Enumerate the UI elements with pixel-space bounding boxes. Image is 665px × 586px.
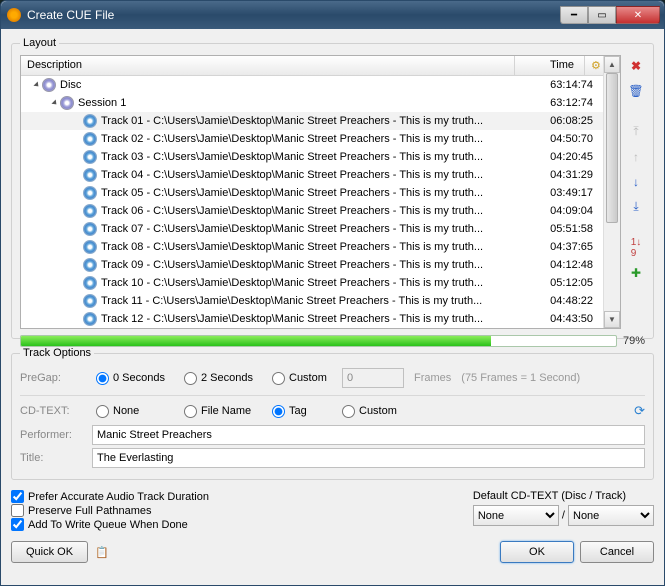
move-top-icon[interactable]: ⤒ (628, 123, 645, 140)
track-row[interactable]: Track 12 - C:\Users\Jamie\Desktop\Manic … (21, 310, 603, 328)
close-button[interactable]: ✕ (616, 6, 660, 24)
track-icon (83, 132, 97, 146)
window-title: Create CUE File (27, 8, 560, 22)
track-row[interactable]: Track 08 - C:\Users\Jamie\Desktop\Manic … (21, 238, 603, 256)
track-row[interactable]: Track 02 - C:\Users\Jamie\Desktop\Manic … (21, 130, 603, 148)
pregap-2-radio[interactable]: 2 Seconds (184, 372, 262, 385)
move-down-icon[interactable]: ↓ (628, 173, 645, 190)
cdtext-tag-radio[interactable]: Tag (272, 405, 332, 418)
track-row[interactable]: Track 03 - C:\Users\Jamie\Desktop\Manic … (21, 148, 603, 166)
minimize-button[interactable]: ━ (560, 6, 588, 24)
maximize-button[interactable]: ▭ (588, 6, 616, 24)
track-row[interactable]: Track 09 - C:\Users\Jamie\Desktop\Manic … (21, 256, 603, 274)
track-options-group: Track Options PreGap: 0 Seconds 2 Second… (11, 347, 654, 480)
pregap-label: PreGap: (20, 372, 86, 384)
track-icon (83, 240, 97, 254)
session-row[interactable]: Session 163:12:74 (21, 94, 603, 112)
prefer-accurate-checkbox[interactable]: Prefer Accurate Audio Track Duration (11, 490, 209, 503)
vertical-scrollbar[interactable]: ▲ ▼ (603, 56, 620, 328)
quick-ok-button[interactable]: Quick OK (11, 541, 88, 563)
track-icon (83, 150, 97, 164)
disc-icon (42, 78, 56, 92)
performer-label: Performer: (20, 429, 86, 441)
default-cdtext-track-select[interactable]: None (568, 505, 654, 526)
track-icon (83, 168, 97, 182)
track-row[interactable]: Track 04 - C:\Users\Jamie\Desktop\Manic … (21, 166, 603, 184)
frames-label: Frames (414, 372, 451, 384)
track-icon (83, 114, 97, 128)
session-icon (60, 96, 74, 110)
cdtext-none-radio[interactable]: None (96, 405, 174, 418)
add-icon[interactable]: ✚ (628, 264, 645, 281)
scroll-thumb[interactable] (606, 73, 618, 223)
preserve-pathnames-checkbox[interactable]: Preserve Full Pathnames (11, 504, 209, 517)
delete-icon[interactable]: ✖ (628, 57, 645, 74)
add-to-queue-checkbox[interactable]: Add To Write Queue When Done (11, 518, 209, 531)
progress-bar (20, 335, 617, 347)
track-row[interactable]: Track 05 - C:\Users\Jamie\Desktop\Manic … (21, 184, 603, 202)
titlebar: Create CUE File ━ ▭ ✕ (1, 1, 664, 29)
track-row[interactable]: Track 11 - C:\Users\Jamie\Desktop\Manic … (21, 292, 603, 310)
pregap-custom-radio[interactable]: Custom (272, 372, 332, 385)
cdtext-filename-radio[interactable]: File Name (184, 405, 262, 418)
clipboard-icon[interactable]: 📋 (94, 544, 110, 560)
recycle-icon[interactable]: 🗑 (628, 82, 645, 99)
tree-rows[interactable]: Disc63:14:74Session 163:12:74Track 01 - … (21, 76, 603, 328)
app-icon (7, 8, 21, 22)
track-row[interactable]: Track 07 - C:\Users\Jamie\Desktop\Manic … (21, 220, 603, 238)
track-row[interactable]: Track 06 - C:\Users\Jamie\Desktop\Manic … (21, 202, 603, 220)
title-input[interactable] (92, 448, 645, 468)
col-actions: ⚙ (585, 56, 603, 75)
track-row[interactable]: Track 01 - C:\Users\Jamie\Desktop\Manic … (21, 112, 603, 130)
track-icon (83, 258, 97, 272)
progress-percent: 79% (623, 335, 645, 347)
title-label: Title: (20, 452, 86, 464)
default-cdtext-label: Default CD-TEXT (Disc / Track) (473, 490, 654, 502)
cancel-button[interactable]: Cancel (580, 541, 654, 563)
layout-group: Layout Description Time ⚙ Disc63:14:74Se… (11, 37, 654, 339)
track-icon (83, 222, 97, 236)
pregap-frames-input[interactable] (342, 368, 404, 388)
scroll-up-button[interactable]: ▲ (604, 56, 620, 73)
track-icon (83, 186, 97, 200)
pregap-0-radio[interactable]: 0 Seconds (96, 372, 174, 385)
move-bottom-icon[interactable]: ⤓ (628, 198, 645, 215)
track-icon (83, 312, 97, 326)
disc-row[interactable]: Disc63:14:74 (21, 76, 603, 94)
track-icon (83, 204, 97, 218)
cdtext-custom-radio[interactable]: Custom (342, 405, 420, 418)
ok-button[interactable]: OK (500, 541, 574, 563)
track-icon (83, 294, 97, 308)
col-time[interactable]: Time (515, 56, 585, 75)
performer-input[interactable] (92, 425, 645, 445)
track-row[interactable]: Track 10 - C:\Users\Jamie\Desktop\Manic … (21, 274, 603, 292)
dialog-window: Create CUE File ━ ▭ ✕ Layout Description… (0, 0, 665, 586)
refresh-icon[interactable]: ⟳ (634, 403, 645, 419)
scroll-down-button[interactable]: ▼ (604, 311, 620, 328)
frames-hint: (75 Frames = 1 Second) (461, 372, 580, 384)
track-options-legend: Track Options (20, 347, 94, 359)
col-description[interactable]: Description (21, 56, 515, 75)
cdtext-label: CD-TEXT: (20, 405, 86, 417)
move-up-icon[interactable]: ↑ (628, 148, 645, 165)
layout-legend: Layout (20, 37, 59, 49)
default-cdtext-disc-select[interactable]: None (473, 505, 559, 526)
sort-icon[interactable]: 1↓9 (628, 239, 645, 256)
track-icon (83, 276, 97, 290)
